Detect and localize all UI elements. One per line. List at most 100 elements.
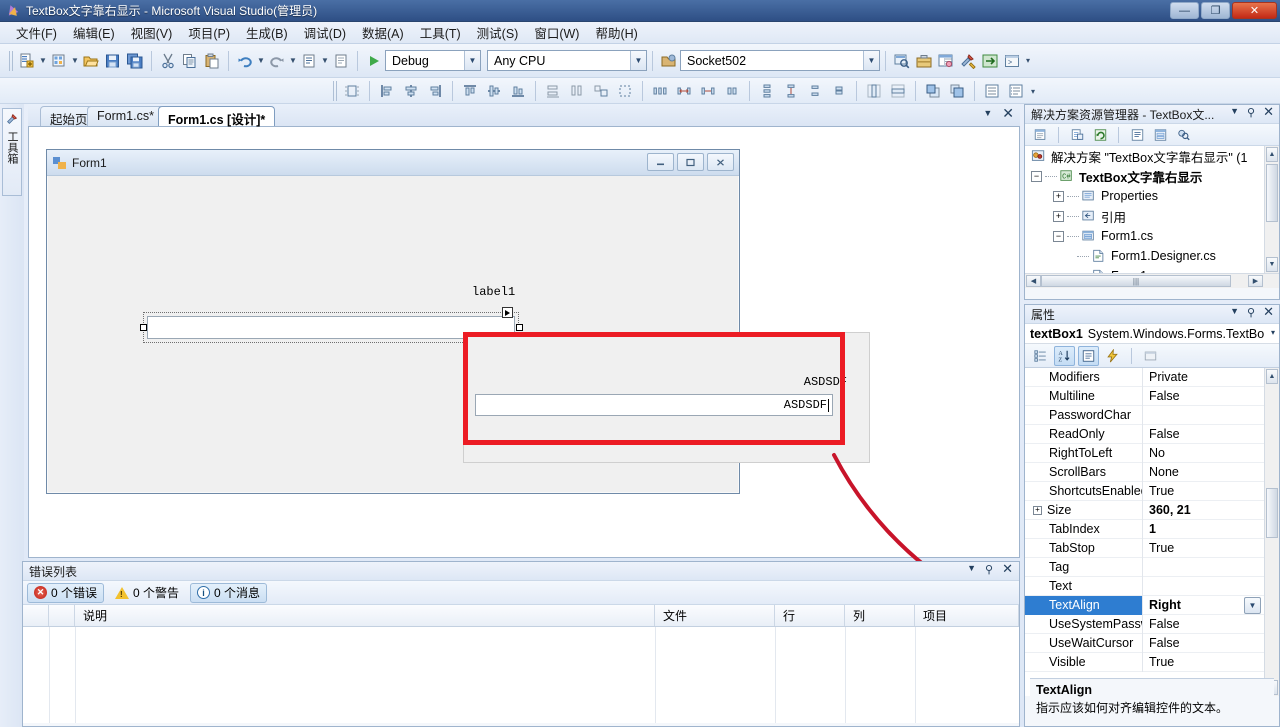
open-file-icon[interactable]: [80, 50, 102, 72]
align-lefts-icon[interactable]: [375, 80, 399, 102]
expand-icon[interactable]: +: [1053, 190, 1064, 202]
align-rights-icon[interactable]: [423, 80, 447, 102]
property-row-tabindex[interactable]: TabIndex 1: [1025, 519, 1279, 539]
chevron-down-icon[interactable]: ▼: [630, 51, 646, 70]
scroll-right-icon[interactable]: ▶: [1248, 275, 1263, 287]
property-row-readonly[interactable]: ReadOnly False: [1025, 424, 1279, 444]
vertical-spacing-increase-icon[interactable]: [779, 80, 803, 102]
solution-explorer-icon[interactable]: [979, 50, 1001, 72]
property-row-text[interactable]: Text: [1025, 576, 1279, 596]
new-item-icon[interactable]: [48, 50, 70, 72]
chevron-down-icon[interactable]: ▼: [1230, 306, 1239, 319]
chevron-down-icon[interactable]: ▼: [1244, 596, 1261, 614]
menu-item-debug[interactable]: 调试(D): [296, 21, 354, 44]
chevron-down-icon[interactable]: ▼: [464, 51, 480, 70]
property-value[interactable]: 360, 21: [1143, 503, 1279, 517]
property-row-modifiers[interactable]: Modifiers Private: [1025, 368, 1279, 387]
alphabetical-icon[interactable]: AZ: [1054, 345, 1075, 366]
close-icon[interactable]: ✕: [1002, 106, 1014, 120]
messages-filter-button[interactable]: i 0 个消息: [190, 582, 268, 603]
find-in-files-icon[interactable]: [891, 50, 913, 72]
properties-vertical-scrollbar[interactable]: ▲ ▼: [1264, 368, 1279, 696]
scroll-down-icon[interactable]: ▼: [1266, 257, 1278, 272]
tree-item-form1-cs[interactable]: − Form1.cs: [1025, 226, 1279, 246]
form-maximize-button[interactable]: [677, 153, 704, 171]
error-list-rows[interactable]: [23, 627, 1019, 723]
view-code-icon[interactable]: [1127, 126, 1147, 144]
categorized-icon[interactable]: [1030, 346, 1051, 366]
property-value[interactable]: False: [1143, 617, 1279, 631]
column-header-file[interactable]: 文件: [655, 605, 775, 626]
new-project-icon[interactable]: [16, 50, 38, 72]
smart-tag-glyph[interactable]: [502, 307, 513, 318]
undo-dropdown-icon[interactable]: ▼: [256, 50, 266, 72]
layout-toolbar-overflow-icon[interactable]: ▾: [1028, 80, 1038, 102]
redo-icon[interactable]: [266, 50, 288, 72]
vertical-spacing-equal-icon[interactable]: [755, 80, 779, 102]
save-icon[interactable]: [102, 50, 124, 72]
command-window-icon[interactable]: >: [1001, 50, 1023, 72]
form-minimize-button[interactable]: [647, 153, 674, 171]
menu-item-edit[interactable]: 编辑(E): [65, 21, 123, 44]
align-to-grid-icon[interactable]: [340, 80, 364, 102]
solution-platform-combo[interactable]: Any CPU ▼: [487, 50, 647, 71]
errors-filter-button[interactable]: ✕ 0 个错误: [27, 582, 105, 603]
horizontal-spacing-decrease-icon[interactable]: [696, 80, 720, 102]
properties-object-selector[interactable]: textBox1 System.Windows.Forms.TextBo ▾: [1025, 324, 1279, 344]
close-button[interactable]: ✕: [1232, 2, 1277, 19]
scrollbar-thumb[interactable]: [1266, 164, 1278, 222]
form-textbox1[interactable]: [147, 316, 515, 339]
column-header-number[interactable]: [49, 605, 75, 626]
chevron-down-icon[interactable]: ▼: [1230, 106, 1239, 119]
layout-toolbar-grip[interactable]: [333, 81, 337, 101]
property-row-visible[interactable]: Visible True: [1025, 652, 1279, 672]
options-icon[interactable]: [957, 50, 979, 72]
property-row-righttoleft[interactable]: RightToLeft No: [1025, 443, 1279, 463]
menu-item-data[interactable]: 数据(A): [354, 21, 412, 44]
property-value[interactable]: True: [1143, 541, 1279, 555]
minimize-button[interactable]: —: [1170, 2, 1199, 19]
menu-item-project[interactable]: 项目(P): [180, 21, 238, 44]
property-row-textalign[interactable]: TextAlign Right ▼: [1025, 595, 1279, 615]
toolbar-overflow-icon[interactable]: ▾: [1023, 50, 1033, 72]
solution-tree-horizontal-scrollbar[interactable]: ◀ ||| ▶: [1025, 273, 1279, 288]
resize-handle-left[interactable]: [140, 324, 147, 331]
warnings-filter-button[interactable]: 0 个警告: [108, 583, 186, 603]
column-header-description[interactable]: 说明: [75, 605, 655, 626]
new-project-dropdown-icon[interactable]: ▼: [38, 50, 48, 72]
show-grid-icon[interactable]: [1004, 80, 1028, 102]
chevron-down-icon[interactable]: ▾: [1271, 328, 1275, 337]
menu-item-build[interactable]: 生成(B): [238, 21, 296, 44]
menu-item-view[interactable]: 视图(V): [123, 21, 181, 44]
column-header-column[interactable]: 列: [845, 605, 915, 626]
property-row-shortcutsenabled[interactable]: ShortcutsEnabled True: [1025, 481, 1279, 501]
chevron-down-icon[interactable]: ▼: [863, 51, 879, 70]
toolbox-icon[interactable]: [913, 50, 935, 72]
expand-icon[interactable]: +: [1053, 210, 1064, 222]
make-same-height-icon[interactable]: [565, 80, 589, 102]
tree-item-references[interactable]: + 引用: [1025, 206, 1279, 226]
properties-window-icon[interactable]: [935, 50, 957, 72]
make-same-size-icon[interactable]: [589, 80, 613, 102]
collapse-icon[interactable]: −: [1031, 170, 1042, 182]
tab-order-icon[interactable]: [980, 80, 1004, 102]
copy-icon[interactable]: [179, 50, 201, 72]
new-item-dropdown-icon[interactable]: ▼: [70, 50, 80, 72]
redo-dropdown-icon[interactable]: ▼: [288, 50, 298, 72]
property-value[interactable]: None: [1143, 465, 1279, 479]
menu-item-window[interactable]: 窗口(W): [526, 21, 587, 44]
close-icon[interactable]: ✕: [1263, 305, 1274, 319]
property-row-passwordchar[interactable]: PasswordChar: [1025, 405, 1279, 425]
property-value[interactable]: False: [1143, 389, 1279, 403]
events-icon[interactable]: [1102, 346, 1123, 366]
tree-item-form1-designer-cs[interactable]: Form1.Designer.cs: [1025, 246, 1279, 266]
scroll-up-icon[interactable]: ▲: [1266, 147, 1278, 162]
align-bottoms-icon[interactable]: [506, 80, 530, 102]
property-row-size[interactable]: + Size 360, 21: [1025, 500, 1279, 520]
resize-handle-right[interactable]: [516, 324, 523, 331]
column-header-project[interactable]: 项目: [915, 605, 1019, 626]
object-browser-icon[interactable]: [1173, 126, 1193, 144]
property-row-tag[interactable]: Tag: [1025, 557, 1279, 577]
bring-to-front-icon[interactable]: [921, 80, 945, 102]
pin-icon[interactable]: ⚲: [1247, 306, 1255, 319]
